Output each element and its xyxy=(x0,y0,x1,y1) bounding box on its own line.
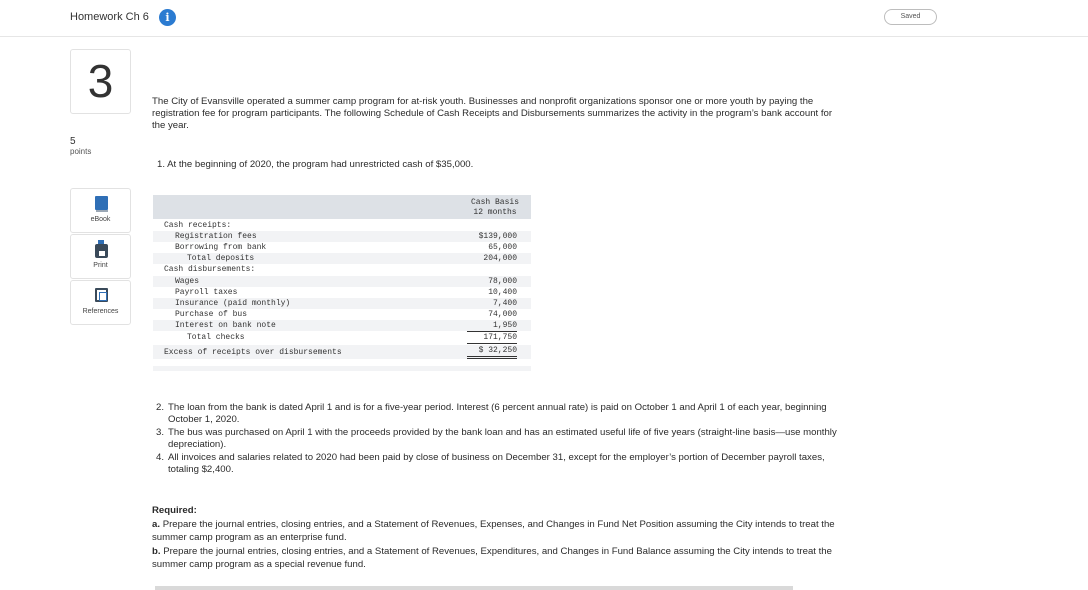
item-text: The loan from the bank is dated April 1 … xyxy=(168,402,827,425)
references-button[interactable]: References xyxy=(70,280,131,325)
row-value: 78,000 xyxy=(488,277,517,286)
item-number: 3. xyxy=(156,427,165,438)
row-value: 74,000 xyxy=(488,310,517,319)
row-label: Total checks xyxy=(187,333,245,342)
row-value: 204,000 xyxy=(483,254,517,263)
row-label: Excess of receipts over disbursements xyxy=(164,348,342,357)
table-row: Purchase of bus 74,000 xyxy=(153,309,531,320)
row-value: $139,000 xyxy=(478,232,517,241)
row-label: Interest on bank note xyxy=(175,321,276,330)
part-b-prefix: b. xyxy=(152,545,161,557)
column-header-line-1: Cash Basis xyxy=(470,198,519,207)
table-row: Total deposits 204,000 xyxy=(153,253,531,264)
required-heading: Required: xyxy=(152,505,197,516)
row-label: Cash receipts: xyxy=(164,221,232,230)
list-item: 4. All invoices and salaries related to … xyxy=(156,452,856,476)
row-value: 10,400 xyxy=(488,288,517,297)
row-label: Cash disbursements: xyxy=(164,265,256,274)
schedule-footer xyxy=(153,366,531,371)
table-row: Interest on bank note 1,950 xyxy=(153,320,531,332)
assignment-header: Homework Ch 6 i Saved xyxy=(0,0,1088,37)
table-row: Total checks 171,750 xyxy=(153,332,531,344)
row-label: Purchase of bus xyxy=(175,310,248,319)
info-icon[interactable]: i xyxy=(159,9,176,26)
saved-status-badge: Saved xyxy=(884,9,937,25)
row-value: 7,400 xyxy=(492,299,517,308)
row-label: Registration fees xyxy=(175,232,257,241)
references-icon xyxy=(95,288,108,302)
item-text: All invoices and salaries related to 202… xyxy=(168,452,825,475)
ebook-label: eBook xyxy=(90,216,111,223)
print-button[interactable]: Print xyxy=(70,234,131,279)
row-value: 1,950 xyxy=(467,320,517,332)
table-row: Cash disbursements: xyxy=(153,264,531,275)
part-b-text: Prepare the journal entries, closing ent… xyxy=(152,545,832,571)
table-row: Insurance (paid monthly) 7,400 xyxy=(153,298,531,309)
required-section: Required: a. Prepare the journal entries… xyxy=(152,504,852,572)
points-indicator: 5 points xyxy=(70,137,91,157)
list-item: 3. The bus was purchased on April 1 with… xyxy=(156,427,856,451)
schedule-column-header: Cash Basis 12 months xyxy=(465,198,525,218)
table-row: Wages 78,000 xyxy=(153,276,531,287)
schedule-header: Cash Basis 12 months xyxy=(153,195,531,219)
table-row: Registration fees $139,000 xyxy=(153,231,531,242)
ebook-button[interactable]: eBook xyxy=(70,188,131,233)
problem-items-list: 2. The loan from the bank is dated April… xyxy=(156,402,856,477)
print-icon xyxy=(95,240,108,258)
row-label: Total deposits xyxy=(187,254,255,263)
row-label: Payroll taxes xyxy=(175,288,238,297)
print-label: Print xyxy=(93,262,108,269)
problem-intro: The City of Evansville operated a summer… xyxy=(152,96,833,131)
part-a-prefix: a. xyxy=(152,518,161,530)
points-value: 5 xyxy=(70,136,76,147)
question-number: 3 xyxy=(70,49,131,114)
cash-schedule-table: Cash Basis 12 months Cash receipts: Regi… xyxy=(153,195,531,371)
row-label: Borrowing from bank xyxy=(175,243,267,252)
table-row: Borrowing from bank 65,000 xyxy=(153,242,531,254)
required-part-b: b. Prepare the journal entries, closing … xyxy=(152,545,852,572)
column-header-line-2: 12 months xyxy=(473,208,517,217)
table-row: Payroll taxes 10,400 xyxy=(153,287,531,298)
references-label: References xyxy=(82,308,119,315)
required-part-a: a. Prepare the journal entries, closing … xyxy=(152,518,852,545)
row-label: Insurance (paid monthly) xyxy=(175,299,291,308)
table-row: Cash receipts: xyxy=(153,220,531,231)
ebook-icon xyxy=(95,196,108,212)
row-value: $ 32,250 xyxy=(467,345,517,359)
list-item: 2. The loan from the bank is dated April… xyxy=(156,402,856,426)
assignment-title: Homework Ch 6 xyxy=(70,11,149,23)
item-number: 2. xyxy=(156,402,165,413)
row-label: Wages xyxy=(175,277,200,286)
item-number: 4. xyxy=(156,452,165,463)
problem-item-1: 1. At the beginning of 2020, the program… xyxy=(157,159,474,170)
table-row: Excess of receipts over disbursements $ … xyxy=(153,345,531,359)
row-value: 171,750 xyxy=(467,332,517,344)
item-text: The bus was purchased on April 1 with th… xyxy=(168,427,837,450)
horizontal-scrollbar[interactable] xyxy=(155,586,793,590)
part-a-text: Prepare the journal entries, closing ent… xyxy=(152,518,835,544)
points-label: points xyxy=(70,147,92,156)
